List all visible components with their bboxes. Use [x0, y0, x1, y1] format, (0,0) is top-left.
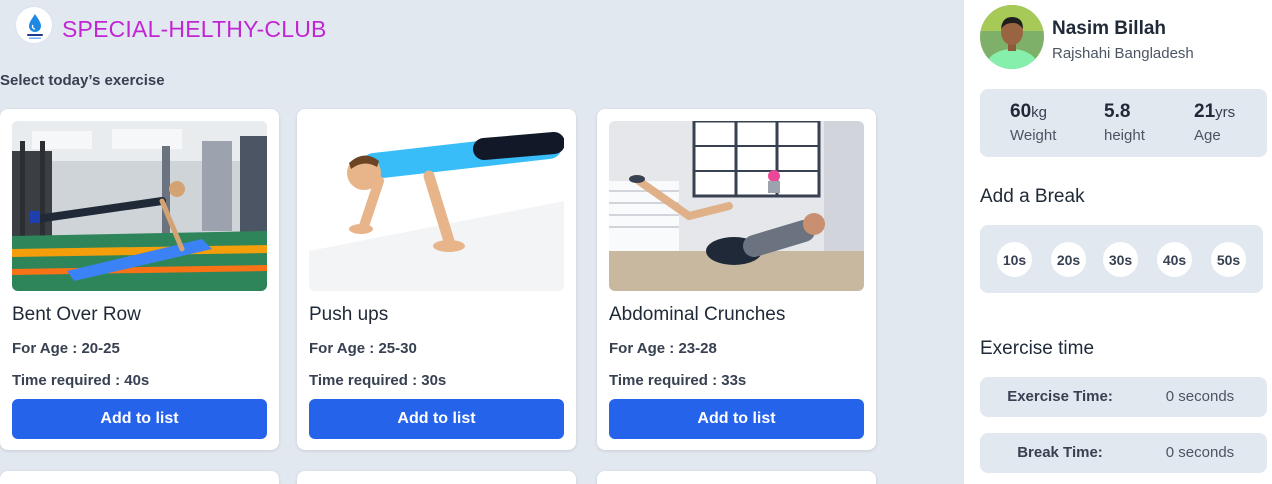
exercise-image [309, 121, 564, 291]
exercise-time-title: Exercise time [980, 338, 1095, 359]
user-location: Rajshahi Bangladesh [1052, 45, 1194, 62]
exercise-card: Push ups For Age : 25-30 Time required :… [297, 109, 576, 450]
exercise-image [609, 121, 864, 291]
exercise-time-row: Exercise Time: 0 seconds [980, 377, 1267, 417]
break-options: 10s 20s 30s 40s 50s [980, 225, 1263, 293]
break-button-10s[interactable]: 10s [997, 242, 1032, 277]
stat-height: 5.8 height [1104, 101, 1145, 144]
exercise-time: Time required : 30s [309, 372, 447, 389]
sidebar: Nasim Billah Rajshahi Bangladesh 60kg We… [964, 0, 1272, 484]
break-button-30s[interactable]: 30s [1103, 242, 1138, 277]
exercise-age: For Age : 23-28 [609, 340, 717, 357]
add-to-list-button[interactable]: Add to list [12, 399, 267, 439]
stat-age: 21yrs Age [1194, 101, 1235, 144]
stat-value: 5.8 [1104, 101, 1131, 122]
exercise-name: Bent Over Row [12, 304, 141, 325]
exercise-age: For Age : 20-25 [12, 340, 120, 357]
main-area: SPECIAL-HELTHY-CLUB Select today’s exerc… [0, 0, 964, 484]
water-drop-icon[interactable] [15, 6, 53, 44]
brand-title[interactable]: SPECIAL-HELTHY-CLUB [62, 16, 327, 43]
stat-unit: yrs [1215, 104, 1236, 121]
exercise-card [297, 471, 576, 484]
exercise-name: Push ups [309, 304, 389, 325]
avatar [980, 5, 1044, 69]
stat-value: 60 [1010, 101, 1032, 122]
stat-label: height [1104, 127, 1145, 144]
add-to-list-button[interactable]: Add to list [609, 399, 864, 439]
user-name: Nasim Billah [1052, 18, 1167, 39]
stat-label: Age [1194, 127, 1221, 144]
break-time-value: 0 seconds [1165, 444, 1235, 461]
exercise-card [0, 471, 279, 484]
stat-unit: kg [1031, 104, 1047, 121]
exercise-name: Abdominal Crunches [609, 304, 786, 325]
exercise-card: Bent Over Row For Age : 20-25 Time requi… [0, 109, 279, 450]
break-time-label: Break Time: [1017, 444, 1103, 461]
exercise-time: Time required : 33s [609, 372, 747, 389]
stat-value: 21 [1194, 101, 1216, 122]
break-time-row: Break Time: 0 seconds [980, 433, 1267, 473]
break-button-20s[interactable]: 20s [1051, 242, 1086, 277]
break-button-40s[interactable]: 40s [1157, 242, 1192, 277]
stat-label: Weight [1010, 127, 1057, 144]
exercise-image [12, 121, 267, 291]
break-button-50s[interactable]: 50s [1211, 242, 1246, 277]
section-heading: Select today’s exercise [0, 72, 165, 89]
break-title: Add a Break [980, 186, 1085, 207]
exercise-age: For Age : 25-30 [309, 340, 417, 357]
exercise-card: Abdominal Crunches For Age : 23-28 Time … [597, 109, 876, 450]
exercise-time: Time required : 40s [12, 372, 150, 389]
user-stats: 60kg Weight 5.8 height 21yrs Age [980, 89, 1267, 157]
add-to-list-button[interactable]: Add to list [309, 399, 564, 439]
exercise-card [597, 471, 876, 484]
stat-weight: 60kg Weight [1010, 101, 1056, 144]
exercise-time-value: 0 seconds [1165, 388, 1235, 405]
exercise-time-label: Exercise Time: [1007, 388, 1113, 405]
